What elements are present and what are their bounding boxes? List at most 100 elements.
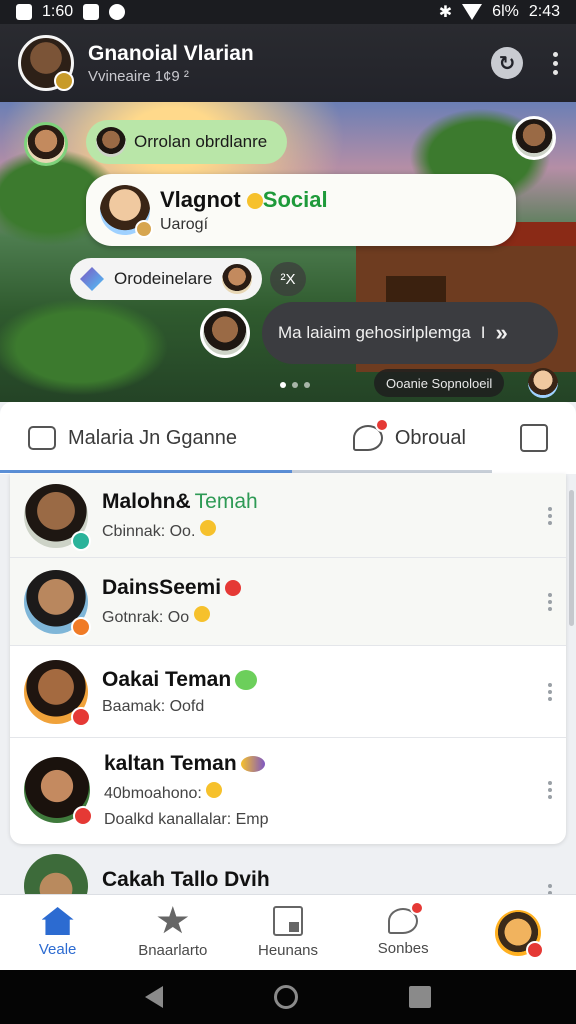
status-left-text: 1:60 (42, 3, 74, 20)
more-options-icon[interactable] (548, 682, 552, 701)
notification-icon (16, 4, 32, 20)
status-badge-icon (73, 806, 93, 826)
notification-dot (374, 418, 389, 432)
activity-pill[interactable]: Orrolan obrdlanre (86, 120, 288, 164)
list-item[interactable]: DainsSeemi Gotnrak: Oo (10, 558, 566, 646)
nav-item-favorites[interactable]: Bnaarlarto (115, 895, 230, 970)
more-options-icon[interactable] (548, 592, 552, 611)
contact-avatar (24, 757, 93, 826)
avatar-badge-icon (135, 220, 153, 238)
nav-item-home[interactable]: Veale (0, 895, 115, 970)
social-card[interactable]: Vlagnot Social Uarogí (86, 174, 516, 246)
contact-name-extra: Temah (194, 490, 258, 513)
smile-emoji-icon (206, 781, 223, 798)
nav-label-home: Veale (38, 941, 77, 958)
online-badge-icon (71, 530, 91, 551)
home-icon (41, 907, 74, 935)
sync-icon[interactable]: ↻ (491, 47, 523, 79)
list-item[interactable]: Oakai Teman Baamak: Oofd (10, 646, 566, 738)
social-card-title: Vlagnot Social (160, 187, 328, 213)
profile-avatar (495, 909, 545, 959)
recents-icon[interactable] (408, 986, 431, 1008)
notification-dot (410, 901, 425, 915)
more-options-icon[interactable] (548, 781, 552, 799)
sender-avatar[interactable] (200, 308, 250, 358)
nav-item-profile[interactable] (461, 895, 576, 970)
tab-bar: Malaria Jn Gganne Obroual (0, 402, 576, 474)
suggestion-pill[interactable]: Orodeinelare (70, 258, 263, 300)
tab-games[interactable]: Malaria Jn Gganne (28, 426, 237, 450)
leaf-emoji-icon (235, 669, 258, 690)
social-card-subtitle: Uarogí (160, 215, 209, 233)
contact-avatar (24, 854, 88, 894)
home-button-icon[interactable] (273, 985, 298, 1009)
pill-avatar (96, 127, 126, 157)
contact-name-main: Oakai Teman (102, 667, 232, 691)
photo-icon (83, 4, 100, 20)
contact-status: 40bmoahono: (104, 781, 269, 803)
contact-name: Malohn& Temah (102, 490, 258, 514)
promo-chip[interactable]: Ooanie Sopnoloeil (374, 369, 505, 397)
avatar-badge-icon (54, 71, 74, 91)
dismiss-chip-label: ²X (280, 270, 296, 288)
contact-name: Cakah Tallo Dvih (102, 868, 270, 891)
status-bar: 1:60 ✱ 6l% 2:43 (0, 0, 576, 24)
more-options-icon[interactable] (548, 884, 552, 894)
profile-avatar[interactable] (18, 35, 74, 91)
grid-icon (273, 906, 303, 936)
contact-status: Cbinnak: Oo. (102, 520, 258, 541)
contact-status-line2: Doalkd kanallalar: Emp (104, 810, 269, 828)
star-icon (157, 906, 189, 934)
nav-label-favorites: Bnaarlarto (138, 942, 208, 959)
contact-avatar (24, 659, 91, 727)
contact-status-text: Baamak: Oofd (102, 697, 205, 715)
hero-banner: Orrolan obrdlanre Vlagnot Social Uarogí … (0, 102, 576, 402)
heart-emoji-icon (225, 580, 242, 596)
contact-name: Oakai Teman (102, 667, 258, 692)
list-item[interactable]: Cakah Tallo Dvih (10, 846, 566, 894)
wifi-icon (462, 4, 483, 20)
promo-label: Ooanie Sopnoloeil (386, 375, 493, 391)
friend-avatar[interactable] (24, 122, 68, 166)
contact-name-main: kaltan Teman (104, 751, 237, 775)
message-count: I (480, 323, 486, 342)
suggestion-pill-label: Orodeinelare (114, 269, 213, 288)
bookmark-icon[interactable] (520, 424, 548, 452)
tab-games-label: Malaria Jn Gganne (68, 426, 237, 449)
message-bubble[interactable]: Ma laiaim gehosirlplemga I » (262, 302, 558, 364)
promo-avatar (528, 368, 558, 398)
contact-avatar (24, 569, 91, 637)
scrollbar[interactable] (569, 490, 574, 626)
dismiss-chip[interactable]: ²X (270, 262, 306, 296)
nav-item-games[interactable]: Heunans (230, 895, 345, 970)
sparkle-icon (80, 267, 104, 291)
tab-chats[interactable]: Obroual (352, 418, 466, 451)
smile-emoji-icon (246, 192, 263, 209)
list-item[interactable]: Malohn& Temah Cbinnak: Oo. (10, 474, 566, 558)
add-badge-icon (526, 940, 545, 959)
smile-emoji-icon (199, 520, 216, 536)
contact-name-main: Malohn& (102, 490, 191, 513)
friend-avatar[interactable] (512, 116, 556, 160)
smile-emoji-icon (193, 606, 210, 622)
carousel-dots (280, 382, 310, 388)
nav-item-chats[interactable]: Sonbes (346, 895, 461, 970)
contact-avatar (24, 483, 91, 551)
forward-icon[interactable]: » (496, 320, 508, 346)
party-emoji-icon (240, 755, 265, 772)
more-options-icon[interactable] (553, 51, 558, 75)
app-title: Gnanoial Vlarian (88, 41, 254, 65)
nav-label-games: Heunans (257, 942, 319, 959)
tab-indicator-active (0, 470, 292, 473)
list-item[interactable]: kaltan Teman 40bmoahono: Doalkd kanallal… (10, 738, 566, 842)
activity-pill-label: Orrolan obrdlanre (134, 132, 268, 151)
social-card-title-highlight: Social (262, 186, 328, 212)
back-icon[interactable] (145, 986, 164, 1008)
game-card-icon (28, 426, 56, 450)
clock: 2:43 (528, 3, 560, 20)
contacts-list: Malohn& Temah Cbinnak: Oo. DainsSeemi Go… (10, 474, 566, 844)
bottom-navigation: Veale Bnaarlarto Heunans Sonbes (0, 894, 576, 970)
system-navigation-bar (0, 970, 576, 1024)
more-options-icon[interactable] (548, 506, 552, 525)
pill-avatar (222, 264, 253, 294)
